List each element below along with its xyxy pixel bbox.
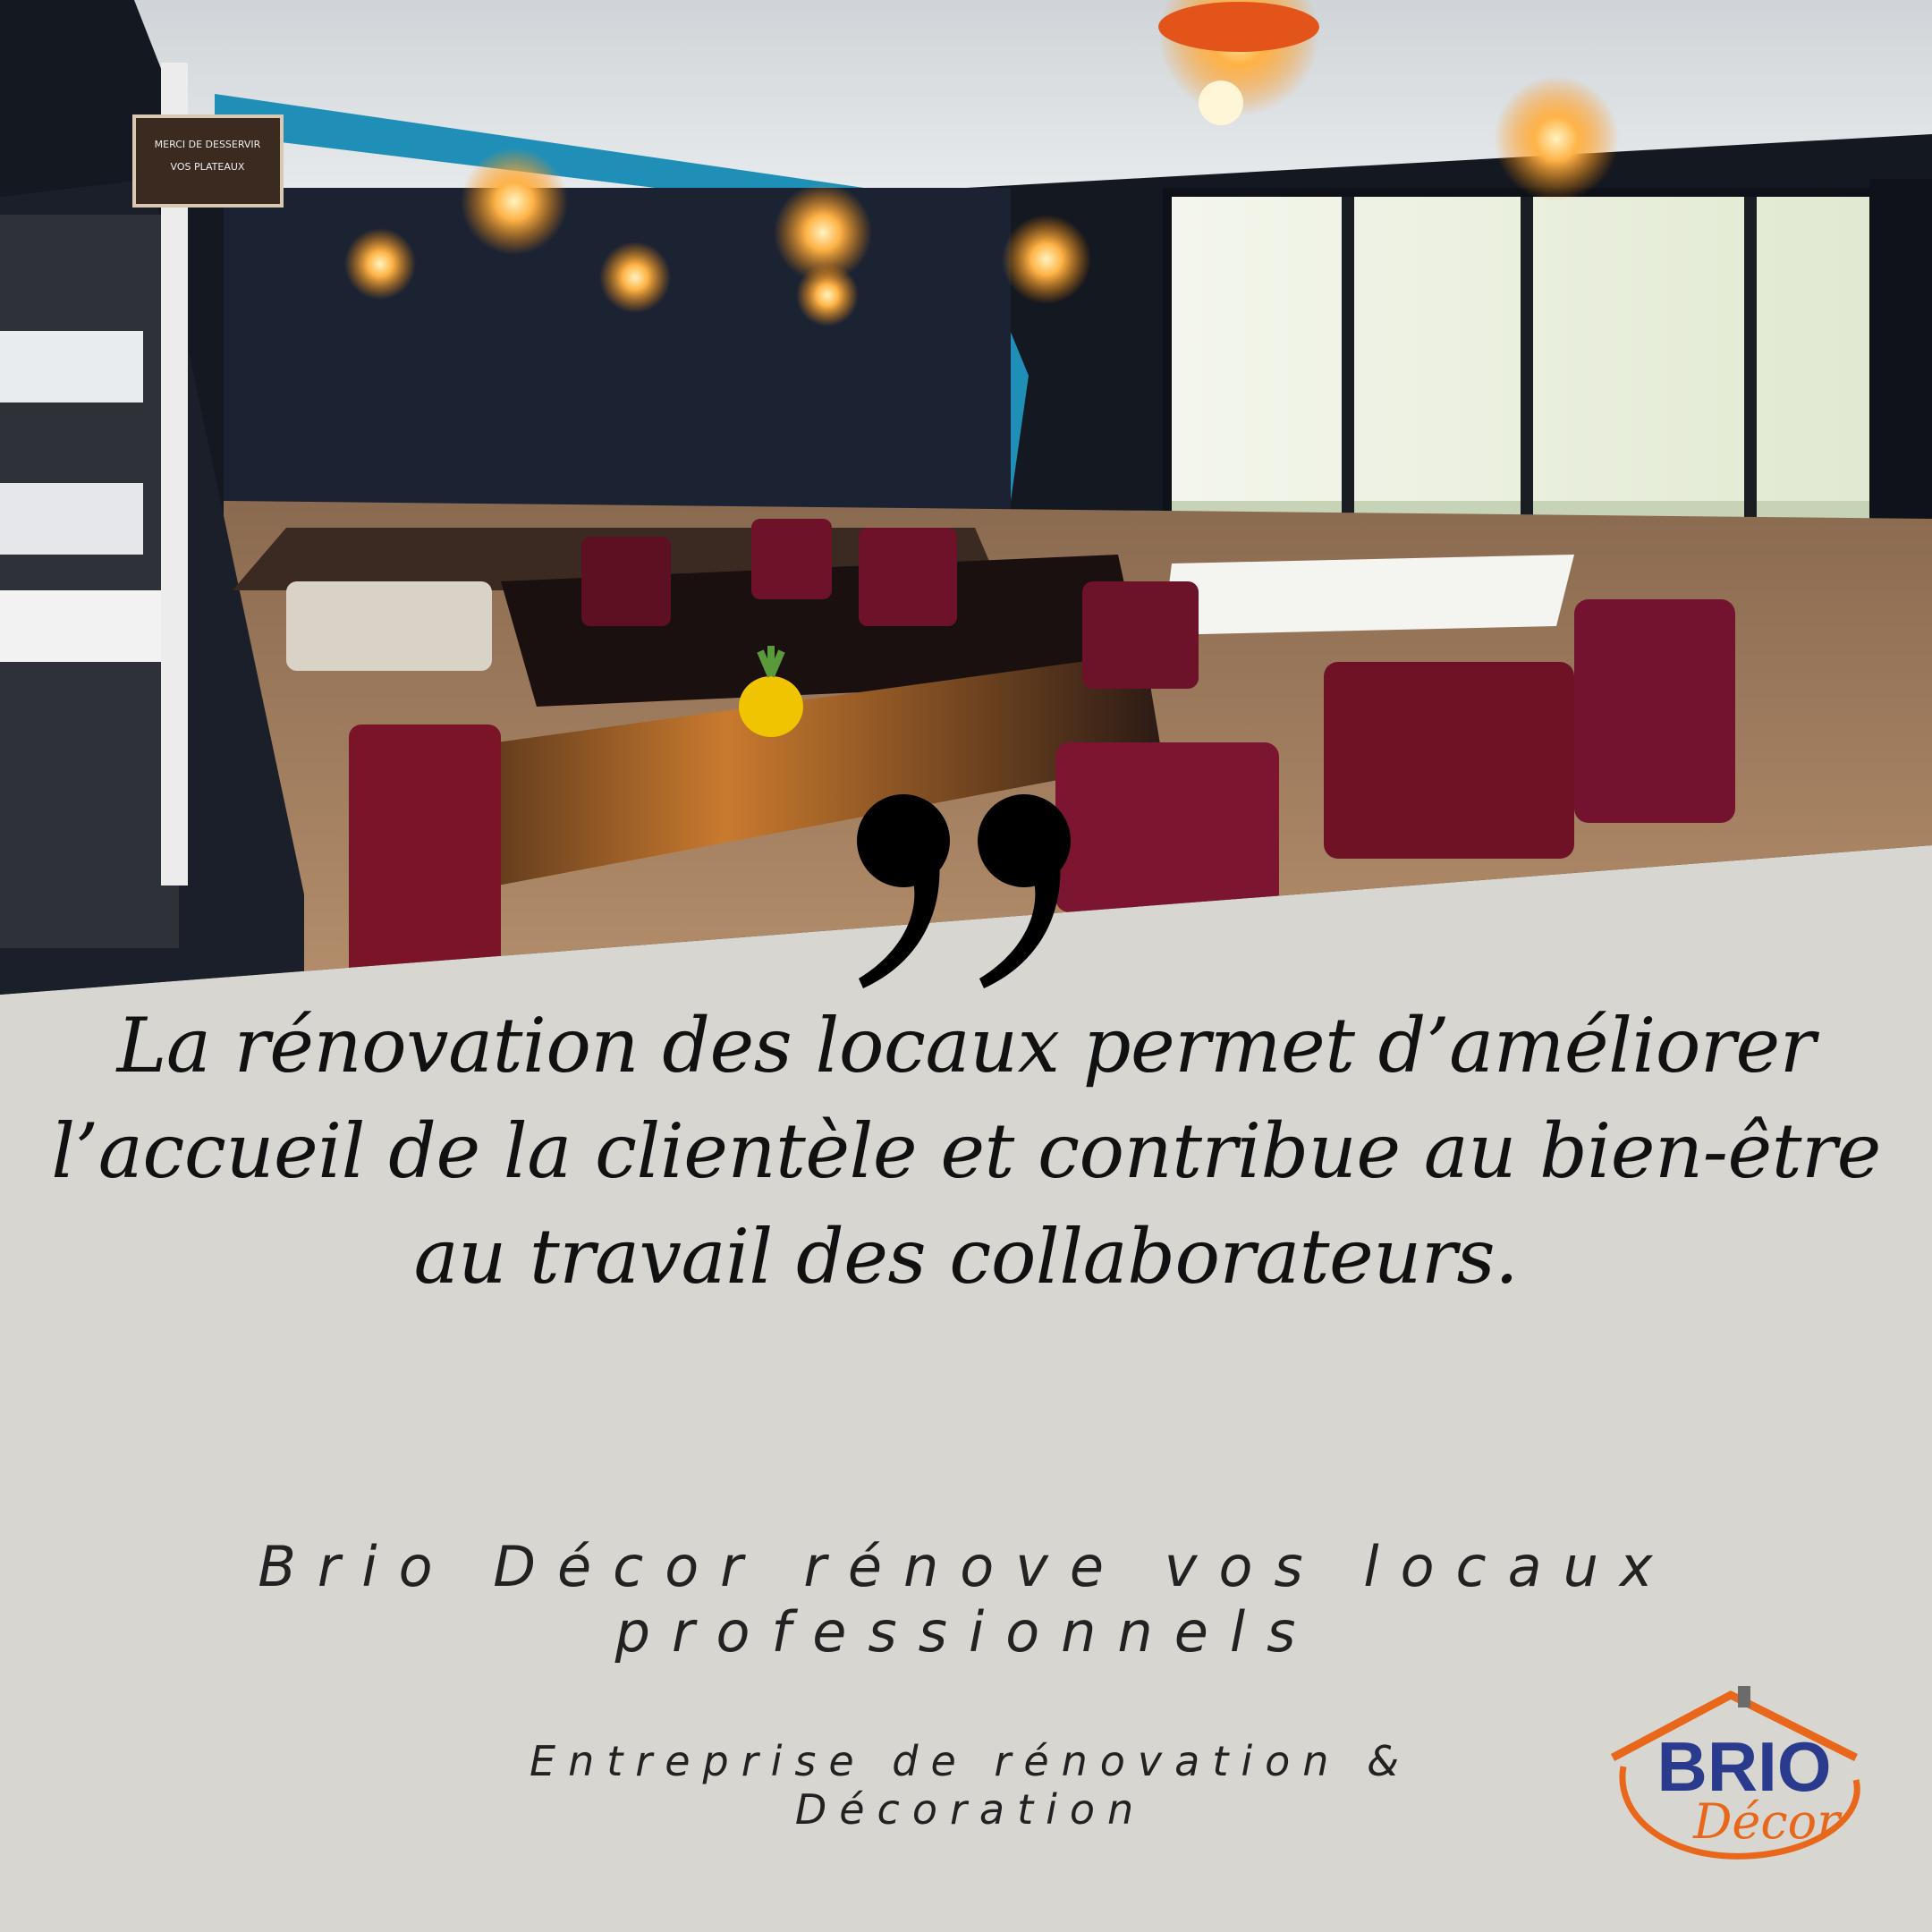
subtagline: Entreprise de rénovation & Décoration bbox=[530, 1737, 1411, 1834]
closing-quote-icon bbox=[832, 787, 1100, 1002]
sign-text: MERCI DE DESSERVIR bbox=[155, 139, 261, 150]
svg-text:VOS PLATEAUX: VOS PLATEAUX bbox=[171, 161, 245, 173]
quote-text: La rénovation des locaux permet d’amélio… bbox=[51, 1002, 1881, 1301]
tagline: Brio Décor rénove vos locaux professionn… bbox=[258, 1534, 1674, 1665]
logo-script: Décor bbox=[1692, 1793, 1843, 1850]
brio-decor-logo: BRIO Décor bbox=[1597, 1682, 1892, 1878]
